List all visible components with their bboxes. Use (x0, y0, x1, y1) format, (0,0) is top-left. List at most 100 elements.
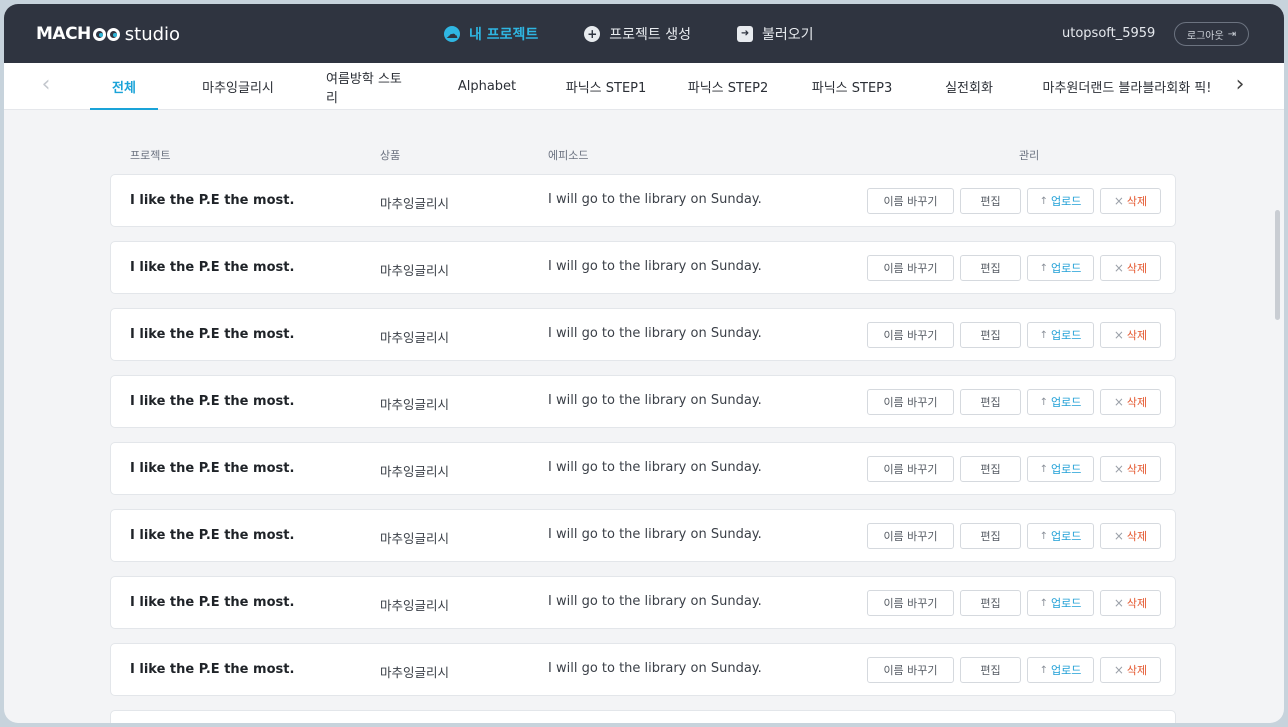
edit-button[interactable]: 편집 (960, 255, 1021, 281)
tab-summer-story[interactable]: 여름방학 스토리 (318, 63, 418, 110)
edit-label: 편집 (980, 396, 1001, 409)
scrollbar-thumb[interactable] (1275, 210, 1280, 320)
delete-label: 삭제 (1126, 597, 1148, 610)
machoo-studio-logo[interactable]: MACH studio (36, 22, 180, 46)
rename-button[interactable]: 이름 바꾸기 (867, 188, 954, 214)
rename-button[interactable]: 이름 바꾸기 (867, 322, 954, 348)
edit-label: 편집 (980, 195, 1001, 208)
arrow-up-icon: ↑ (1039, 262, 1048, 274)
row-actions: 이름 바꾸기 편집 ↑ 업로드 × 삭제 (867, 389, 1161, 415)
close-icon: × (1113, 261, 1124, 275)
close-icon: × (1113, 328, 1124, 342)
edit-label: 편집 (980, 664, 1001, 677)
project-row[interactable]: I like the P.E the most. 마추잉글리시 I will g… (110, 576, 1176, 629)
row-actions: 이름 바꾸기 편집 ↑ 업로드 × 삭제 (867, 657, 1161, 683)
project-row[interactable]: I like the P.E the most. 마추잉글리시 I will g… (110, 308, 1176, 361)
tab-all[interactable]: 전체 (90, 63, 158, 110)
rename-button[interactable]: 이름 바꾸기 (867, 456, 954, 482)
episode-name: I will go to the library on Sunday. (548, 527, 762, 542)
delete-button[interactable]: × 삭제 (1100, 456, 1161, 482)
tab-real-conversation[interactable]: 실전회화 (904, 63, 1034, 110)
episode-name: I will go to the library on Sunday. (548, 259, 762, 274)
project-row[interactable]: I like the P.E the most. 마추잉글리시 I will g… (110, 241, 1176, 294)
edit-label: 편집 (980, 597, 1001, 610)
product-name: 마추잉글리시 (380, 598, 450, 613)
rename-button[interactable]: 이름 바꾸기 (867, 255, 954, 281)
rename-button[interactable]: 이름 바꾸기 (867, 590, 954, 616)
delete-button[interactable]: × 삭제 (1100, 322, 1161, 348)
upload-button[interactable]: ↑ 업로드 (1027, 389, 1094, 415)
edit-button[interactable]: 편집 (960, 188, 1021, 214)
logout-button[interactable]: 로그아웃 ⇥ (1174, 22, 1249, 46)
close-icon: × (1113, 663, 1124, 677)
rename-label: 이름 바꾸기 (883, 329, 938, 342)
project-name: I like the P.E the most. (130, 394, 295, 409)
upload-button[interactable]: ↑ 업로드 (1027, 188, 1094, 214)
nav-create-project[interactable]: + 프로젝트 생성 (584, 24, 691, 44)
delete-button[interactable]: × 삭제 (1100, 657, 1161, 683)
tab-machoo-english[interactable]: 마추잉글리시 (158, 63, 318, 110)
delete-button[interactable]: × 삭제 (1100, 590, 1161, 616)
rename-button[interactable]: 이름 바꾸기 (867, 657, 954, 683)
logout-icon: ⇥ (1227, 28, 1237, 40)
delete-label: 삭제 (1126, 262, 1148, 275)
project-row[interactable]: I like the P.E the most. 마추잉글리시 I will g… (110, 375, 1176, 428)
row-actions: 이름 바꾸기 편집 ↑ 업로드 × 삭제 (867, 322, 1161, 348)
arrow-up-icon: ↑ (1039, 463, 1048, 475)
edit-button[interactable]: 편집 (960, 389, 1021, 415)
header-episode: 에피소드 (548, 149, 589, 162)
edit-label: 편집 (980, 329, 1001, 342)
tab-alphabet[interactable]: Alphabet (418, 63, 556, 110)
delete-label: 삭제 (1126, 463, 1148, 476)
upload-button[interactable]: ↑ 업로드 (1027, 322, 1094, 348)
edit-button[interactable]: 편집 (960, 322, 1021, 348)
close-icon: × (1113, 194, 1124, 208)
project-name: I like the P.E the most. (130, 595, 295, 610)
tabs-prev-chevron-icon[interactable]: ‹ (34, 74, 58, 98)
tab-wonderland-pick[interactable]: 마추원더랜드 블라블라회화 픽! (1034, 63, 1220, 110)
upload-button[interactable]: ↑ 업로드 (1027, 456, 1094, 482)
delete-button[interactable]: × 삭제 (1100, 523, 1161, 549)
product-name: 마추잉글리시 (380, 397, 450, 412)
nav-import[interactable]: ➜ 불러오기 (737, 24, 814, 44)
edit-button[interactable]: 편집 (960, 523, 1021, 549)
project-row[interactable]: I like the P.E the most. 마추잉글리시 I will g… (110, 509, 1176, 562)
tab-phonics-step1[interactable]: 파닉스 STEP1 (556, 63, 656, 110)
upload-button[interactable]: ↑ 업로드 (1027, 523, 1094, 549)
delete-label: 삭제 (1126, 329, 1148, 342)
project-row[interactable]: I like the P.E the most. 마추잉글리시 I will g… (110, 174, 1176, 227)
rename-button[interactable]: 이름 바꾸기 (867, 389, 954, 415)
nav-import-label: 불러오기 (762, 26, 814, 43)
project-rows: I like the P.E the most. 마추잉글리시 I will g… (110, 174, 1176, 723)
table-header: 프로젝트 상품 에피소드 관리 (110, 144, 1176, 166)
close-icon: × (1113, 462, 1124, 476)
upload-button[interactable]: ↑ 업로드 (1027, 590, 1094, 616)
project-name: I like the P.E the most. (130, 260, 295, 275)
nav-my-projects[interactable]: ☁ 내 프로젝트 (444, 24, 538, 44)
project-name: I like the P.E the most. (130, 662, 295, 677)
rename-label: 이름 바꾸기 (883, 597, 938, 610)
edit-button[interactable]: 편집 (960, 590, 1021, 616)
username: utopsoft_5959 (1062, 26, 1156, 41)
tab-phonics-step2[interactable]: 파닉스 STEP2 (656, 63, 800, 110)
upload-button[interactable]: ↑ 업로드 (1027, 255, 1094, 281)
scrollbar-track[interactable] (1274, 110, 1282, 723)
upload-label: 업로드 (1051, 530, 1082, 543)
product-name: 마추잉글리시 (380, 263, 450, 278)
project-name: I like the P.E the most. (130, 461, 295, 476)
delete-button[interactable]: × 삭제 (1100, 389, 1161, 415)
arrow-up-icon: ↑ (1039, 530, 1048, 542)
upload-button[interactable]: ↑ 업로드 (1027, 657, 1094, 683)
project-row[interactable]: I like the P.E the most. 마추잉글리시 I will g… (110, 442, 1176, 495)
delete-button[interactable]: × 삭제 (1100, 255, 1161, 281)
logo-text-studio: studio (124, 23, 181, 45)
rename-button[interactable]: 이름 바꾸기 (867, 523, 954, 549)
edit-button[interactable]: 편집 (960, 657, 1021, 683)
project-row-partial[interactable] (110, 710, 1176, 723)
close-icon: × (1113, 529, 1124, 543)
tabs-next-chevron-icon[interactable]: › (1228, 74, 1252, 98)
project-row[interactable]: I like the P.E the most. 마추잉글리시 I will g… (110, 643, 1176, 696)
tab-phonics-step3[interactable]: 파닉스 STEP3 (800, 63, 904, 110)
edit-button[interactable]: 편집 (960, 456, 1021, 482)
delete-button[interactable]: × 삭제 (1100, 188, 1161, 214)
